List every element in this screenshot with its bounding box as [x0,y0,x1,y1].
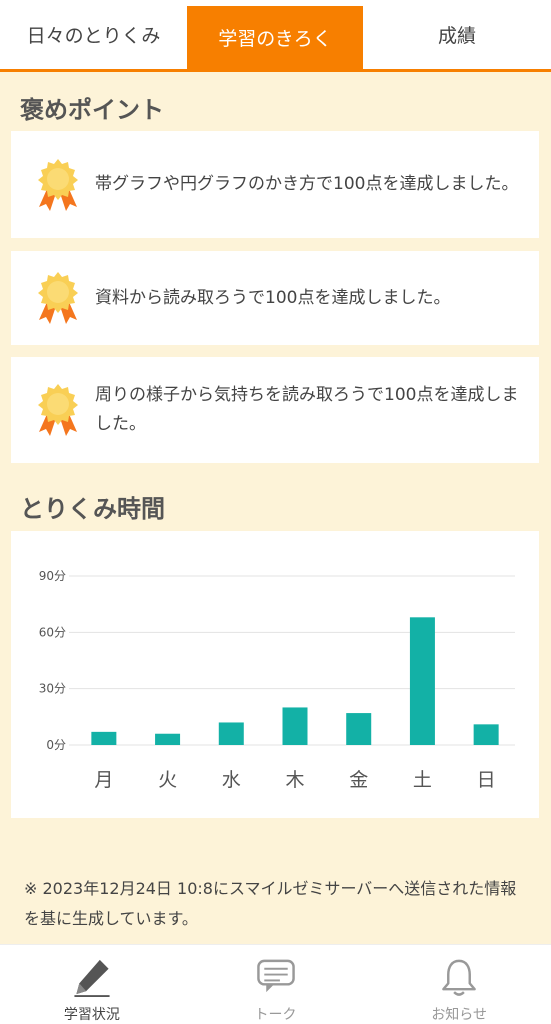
nav-talk[interactable]: トーク [184,945,368,1024]
tab-bar: 日々のとりくみ 学習のきろく 成績 [0,0,551,72]
x-tick-label: 日 [477,769,496,791]
x-tick-label: 火 [158,769,177,791]
medal-icon [38,158,78,211]
nav-label: お知らせ [431,1007,488,1023]
bar [218,722,244,745]
bar [155,733,181,745]
praise-card: 帯グラフや円グラフのかき方で100点を達成しました。 [11,131,539,238]
praise-card: 資料から読み取ろうで100点を達成しました。 [11,251,539,345]
y-tick-label: 30分 [39,682,66,696]
nav-notifications[interactable]: お知らせ [367,945,551,1024]
bottom-nav: 学習状況 トーク お知らせ [0,944,551,1024]
nav-label: 学習状況 [63,1007,120,1023]
medal-icon [38,384,78,436]
praise-text: 資料から読み取ろうで100点を達成しました。 [95,287,451,308]
tab-grades[interactable]: 成績 [363,0,551,69]
time-chart-card: 0分 30分 60分 90分月 火 水 木 金 土 日 [11,531,539,818]
x-tick-label: 金 [349,769,368,791]
y-tick-label: 60分 [39,625,66,639]
praise-section-title: 褒めポイント [20,96,164,124]
y-tick-label: 90分 [39,569,66,583]
praise-text: 帯グラフや円グラフのかき方で100点を達成しました。 [95,174,519,194]
time-section-title: とりくみ時間 [20,495,165,523]
tab-daily[interactable]: 日々のとりくみ [0,0,187,69]
pencil-icon [74,959,110,998]
praise-card: 周りの様子から気持ちを読み取ろうで100点を達成しました。 [11,357,539,463]
x-tick-label: 土 [413,769,432,791]
bar [473,724,499,745]
bar [346,713,372,745]
bar [282,707,308,745]
nav-study-status[interactable]: 学習状況 [0,945,184,1024]
chat-icon [256,959,295,993]
bar [409,617,435,745]
praise-text: 周りの様子から気持ちを読み取ろうで100点を達成しました。 [95,385,519,434]
nav-label: トーク [254,1007,297,1023]
bar [91,731,117,745]
x-tick-label: 水 [222,769,241,791]
time-bar-chart: 0分 30分 60分 90分月 火 水 木 金 土 日 [39,569,515,791]
medal-icon [38,272,78,324]
data-source-note: ※ 2023年12月24日 10:8にスマイルゼミサーバーへ送信された情報を基に… [24,879,517,928]
x-tick-label: 木 [285,769,304,791]
x-tick-label: 月 [94,769,113,791]
bell-icon [442,959,477,996]
tab-learning-record[interactable]: 学習のきろく [187,6,363,69]
y-tick-label: 0分 [46,738,66,752]
